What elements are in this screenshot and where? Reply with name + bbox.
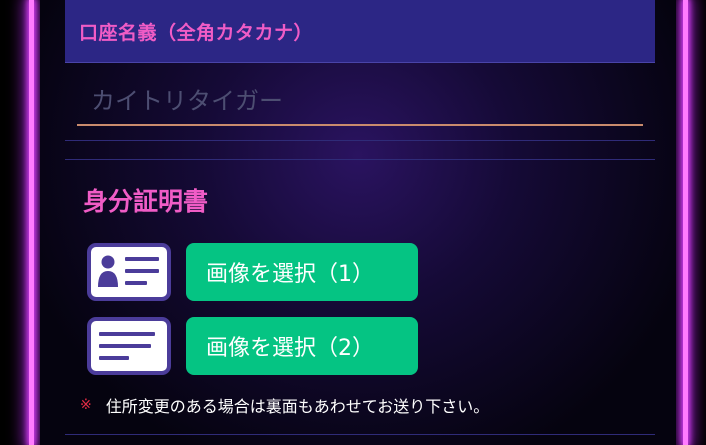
- divider: [65, 159, 655, 160]
- id-card-icon: [87, 243, 171, 301]
- form-panel: 口座名義（全角カタカナ） 身分証明書 画像を選択（1） 画像を選択（2） ※ 住…: [40, 0, 676, 445]
- account-name-input[interactable]: [77, 78, 643, 126]
- account-name-field-header: 口座名義（全角カタカナ）: [65, 0, 655, 63]
- neon-frame-right: [683, 0, 688, 445]
- back-side-note: ※ 住所変更のある場合は裏面もあわせてお送り下さい。: [80, 393, 489, 417]
- note-text: 住所変更のある場合は裏面もあわせてお送り下さい。: [105, 397, 490, 416]
- note-mark: ※: [80, 397, 92, 413]
- select-image-1-button[interactable]: 画像を選択（1）: [186, 243, 418, 301]
- document-icon: [87, 317, 171, 375]
- divider: [65, 140, 655, 141]
- account-name-label: 口座名義（全角カタカナ）: [79, 21, 314, 44]
- id-document-section-title: 身分証明書: [83, 187, 209, 216]
- select-image-2-button[interactable]: 画像を選択（2）: [186, 317, 418, 375]
- divider: [65, 434, 655, 435]
- neon-frame-left: [29, 0, 34, 445]
